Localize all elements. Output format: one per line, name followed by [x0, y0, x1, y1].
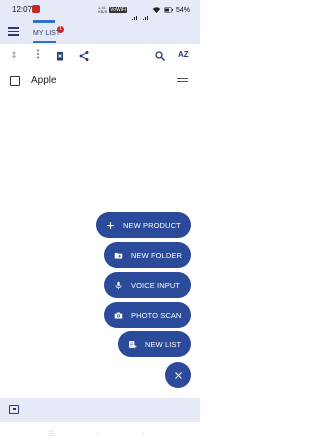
new-product-button[interactable]: NEW PRODUCT: [96, 212, 191, 238]
recent-apps-icon[interactable]: ☰: [48, 431, 54, 438]
new-product-label: NEW PRODUCT: [123, 220, 181, 230]
wallet-icon[interactable]: [9, 405, 19, 414]
tab-underline: [33, 41, 56, 43]
new-list-label: NEW LIST: [145, 339, 182, 349]
network-speed: 1.41 KB/S: [98, 6, 108, 14]
new-folder-button[interactable]: NEW FOLDER: [104, 242, 191, 268]
voice-input-button[interactable]: VOICE INPUT: [104, 272, 191, 298]
toolbar: ⇕ ⋮ AZ: [0, 44, 200, 66]
status-bar: 12:07 1.41 KB/S VoWiFi 54%: [0, 0, 200, 24]
system-nav-bar: ☰ ○ ‹: [0, 422, 200, 446]
photo-scan-label: PHOTO SCAN: [131, 310, 182, 320]
share-icon[interactable]: [78, 49, 90, 61]
close-fab-button[interactable]: [165, 362, 191, 388]
hamburger-menu-icon[interactable]: [8, 27, 19, 36]
item-checkbox[interactable]: [10, 76, 20, 86]
home-icon[interactable]: ○: [96, 431, 100, 438]
battery-level: 54%: [175, 6, 190, 14]
list-item[interactable]: Apple: [0, 72, 200, 90]
vowifi-badge: VoWiFi: [109, 7, 127, 13]
tab-indicator: [33, 20, 55, 23]
voice-input-label: VOICE INPUT: [131, 280, 181, 290]
folder-plus-icon: [114, 252, 123, 258]
sort-az-icon[interactable]: AZ: [178, 49, 190, 61]
bottom-bar: [0, 398, 200, 422]
search-icon[interactable]: [154, 49, 166, 61]
delete-checked-icon[interactable]: [54, 49, 66, 61]
status-icons: 1.41 KB/S VoWiFi 54%: [98, 4, 190, 24]
status-time: 12:07: [12, 5, 33, 14]
app-header: MY LIST 1: [0, 20, 200, 44]
battery-icon: [163, 7, 173, 13]
more-vert-icon[interactable]: ⋮: [32, 49, 44, 61]
new-list-button[interactable]: NEW LIST: [118, 331, 191, 357]
wifi-icon: [152, 7, 161, 13]
drag-handle-icon[interactable]: [177, 78, 188, 83]
sort-arrows-icon[interactable]: ⇕: [8, 49, 20, 61]
notification-icon: [32, 5, 40, 13]
close-icon: [174, 371, 182, 379]
plus-icon: [107, 221, 114, 229]
photo-scan-button[interactable]: PHOTO SCAN: [104, 302, 191, 328]
tab-label: MY LIST: [33, 30, 61, 37]
tab-badge: 1: [57, 26, 64, 33]
new-folder-label: NEW FOLDER: [131, 250, 183, 260]
signal-icon: [129, 6, 138, 24]
item-label: Apple: [31, 75, 57, 86]
microphone-icon: [115, 281, 122, 289]
network-speed-unit: KB/S: [98, 9, 108, 14]
back-icon[interactable]: ‹: [142, 431, 144, 438]
new-list-icon: [129, 340, 137, 348]
camera-icon: [114, 312, 123, 318]
signal-icon-2: [140, 6, 149, 24]
